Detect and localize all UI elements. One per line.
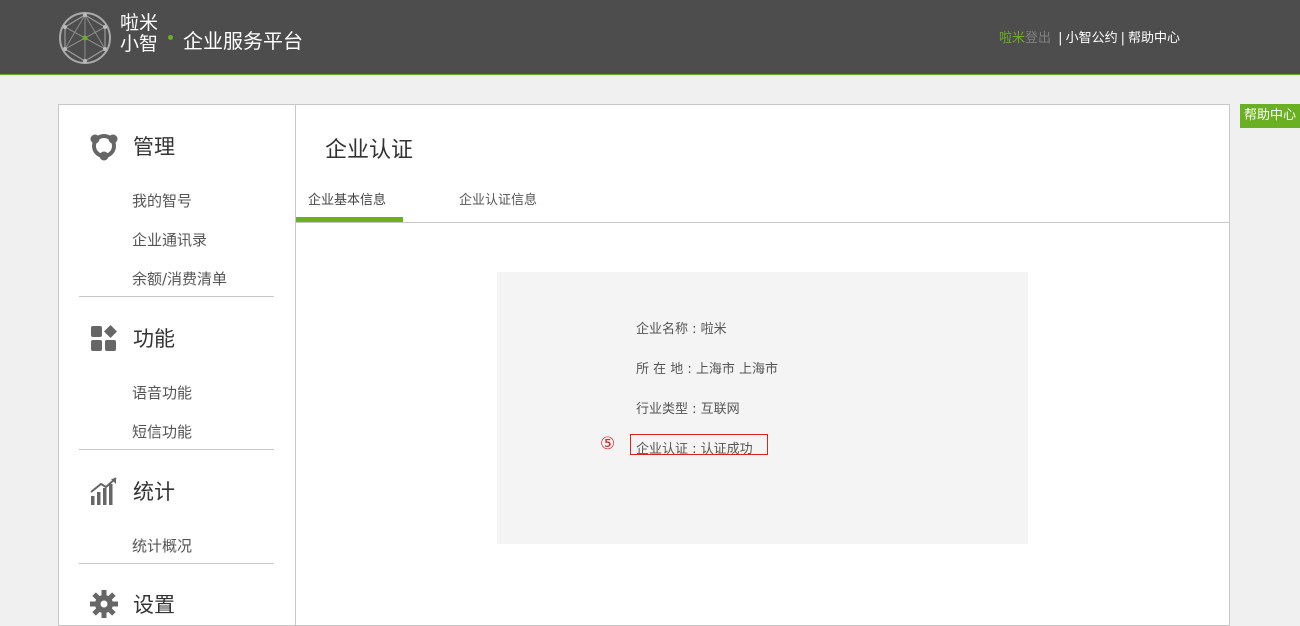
top-bar: 啦米 小智 企业服务平台 啦米登出 | 小智公约 | 帮助中心 [0, 0, 1300, 75]
section-title: 功能 [133, 327, 175, 351]
info-value: 上海市 上海市 [695, 362, 779, 377]
sidebar-item-stats-overview[interactable]: 统计概况 [132, 535, 192, 556]
sidebar-item-contacts[interactable]: 企业通讯录 [132, 229, 207, 250]
divider [79, 296, 274, 297]
statistics-icon [90, 477, 117, 505]
sidebar-item-my-account[interactable]: 我的智号 [132, 190, 192, 211]
convention-link[interactable]: 小智公约 [1066, 31, 1118, 46]
logout-link[interactable]: 登出 [1025, 31, 1051, 46]
divider [79, 563, 274, 564]
step-marker: ⑤ [600, 434, 616, 454]
info-label: 行业类型 [636, 402, 689, 417]
brand-name: 啦米 小智 [120, 12, 159, 55]
section-title: 统计 [133, 480, 175, 504]
top-links: 啦米登出 | 小智公约 | 帮助中心 [999, 27, 1180, 46]
content-panel: 管理 我的智号 企业通讯录 余额/消费清单 功能 语音功能 短信功能 统计 统计… [58, 104, 1230, 626]
function-icon [91, 325, 117, 351]
info-row-company-name: 企业名称 : 啦米 [636, 322, 727, 337]
sidebar-item-sms[interactable]: 短信功能 [132, 421, 192, 442]
manage-icon [90, 134, 118, 161]
separator: | [1120, 31, 1125, 46]
info-box: 企业名称 : 啦米 所 在 地 : 上海市 上海市 行业类型 : 互联网 企业认… [497, 272, 1028, 544]
floating-help-button[interactable]: 帮助中心 [1240, 104, 1300, 128]
username: 啦米 [999, 31, 1026, 46]
tab-divider [296, 222, 1229, 223]
brand-dot [168, 35, 173, 40]
sidebar-item-voice[interactable]: 语音功能 [132, 382, 192, 403]
help-center-link[interactable]: 帮助中心 [1128, 31, 1180, 46]
settings-icon [90, 590, 118, 618]
tab-basic-info[interactable]: 企业基本信息 [308, 189, 386, 208]
platform-title: 企业服务平台 [183, 29, 303, 53]
sidebar-item-balance[interactable]: 余额/消费清单 [132, 268, 227, 289]
info-value: 啦米 [700, 322, 727, 337]
tab-certification-info[interactable]: 企业认证信息 [459, 189, 537, 208]
info-value: 互联网 [700, 402, 740, 417]
info-label: 所 在 地 [636, 362, 684, 377]
section-title: 管理 [133, 135, 175, 159]
separator: | [1058, 31, 1063, 46]
logo-icon [59, 12, 111, 64]
section-title: 设置 [133, 593, 175, 617]
info-row-location: 所 在 地 : 上海市 上海市 [636, 362, 779, 377]
sidebar: 管理 我的智号 企业通讯录 余额/消费清单 功能 语音功能 短信功能 统计 统计… [59, 105, 296, 625]
info-row-industry: 行业类型 : 互联网 [636, 402, 740, 417]
info-label: 企业名称 [636, 322, 689, 337]
divider [79, 449, 274, 450]
highlight-box [630, 434, 768, 455]
page-title: 企业认证 [325, 138, 414, 163]
